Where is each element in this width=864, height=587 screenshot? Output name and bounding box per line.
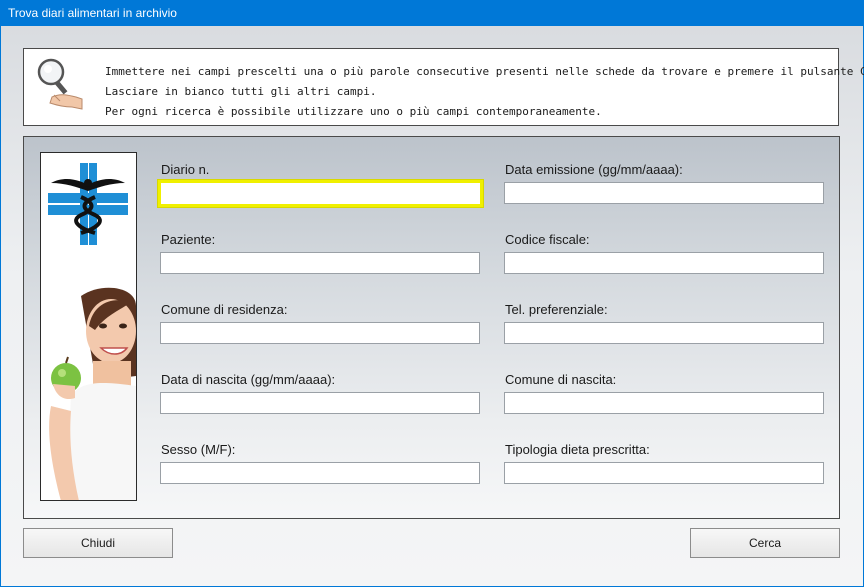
comune-nascita-input[interactable]	[504, 392, 824, 414]
tipologia-dieta-input[interactable]	[504, 462, 824, 484]
instruction-line-2: Lasciare in bianco tutti gli altri campi…	[105, 85, 377, 98]
illustration	[40, 152, 137, 501]
close-button[interactable]: Chiudi	[23, 528, 173, 558]
codice-fiscale-label: Codice fiscale:	[505, 232, 590, 247]
window-title: Trova diari alimentari in archivio	[0, 0, 864, 26]
caduceus-icon	[48, 163, 128, 245]
codice-fiscale-input[interactable]	[504, 252, 824, 274]
magnifier-icon	[37, 58, 83, 110]
woman-with-apple-image	[49, 287, 136, 500]
tel-preferenziale-input[interactable]	[504, 322, 824, 344]
data-emissione-input[interactable]	[504, 182, 824, 204]
comune-residenza-input[interactable]	[160, 322, 480, 344]
data-nascita-label: Data di nascita (gg/mm/aaaa):	[161, 372, 336, 387]
tel-preferenziale-label: Tel. preferenziale:	[505, 302, 608, 317]
comune-nascita-label: Comune di nascita:	[505, 372, 617, 387]
diario-input[interactable]	[158, 180, 483, 207]
data-nascita-input[interactable]	[160, 392, 480, 414]
paziente-input[interactable]	[160, 252, 480, 274]
instruction-line-1: Immettere nei campi prescelti una o più …	[105, 65, 864, 78]
sesso-input[interactable]	[160, 462, 480, 484]
instruction-line-3: Per ogni ricerca è possibile utilizzare …	[105, 105, 602, 118]
comune-residenza-label: Comune di residenza:	[161, 302, 288, 317]
tipologia-dieta-label: Tipologia dieta prescritta:	[505, 442, 650, 457]
data-emissione-label: Data emissione (gg/mm/aaaa):	[505, 162, 683, 177]
search-button[interactable]: Cerca	[690, 528, 840, 558]
dialog-body: Immettere nei campi prescelti una o più …	[1, 26, 864, 586]
sesso-label: Sesso (M/F):	[161, 442, 236, 457]
diario-label: Diario n.	[161, 162, 210, 177]
search-form-panel: Diario n. Data emissione (gg/mm/aaaa): P…	[23, 136, 840, 519]
instructions-box: Immettere nei campi prescelti una o più …	[23, 48, 864, 126]
paziente-label: Paziente:	[161, 232, 216, 247]
